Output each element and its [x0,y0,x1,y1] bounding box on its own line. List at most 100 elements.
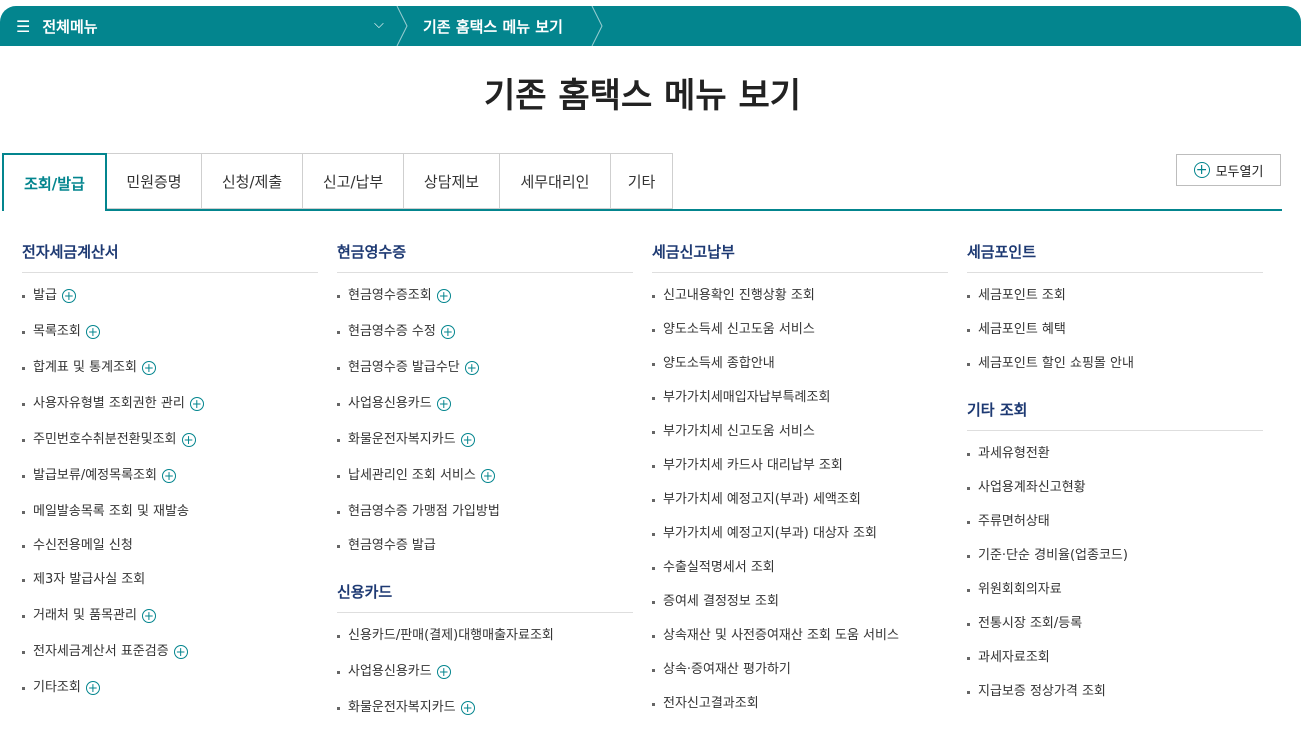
tab-tax-agent[interactable]: 세무대리인 [500,153,611,209]
list-item[interactable]: 증여세 결정정보 조회 [652,592,948,626]
list-item[interactable]: 거래처 및 품목관리 + [22,606,318,642]
list-item[interactable]: 과세자료조회 [967,648,1263,682]
item-label: 부가가치세 신고도움 서비스 [663,424,815,439]
list-item[interactable]: 납세관리인 조회 서비스 + [337,466,633,502]
item-label: 양도소득세 종합안내 [663,356,775,371]
section-title: 세금포인트 [967,241,1263,273]
open-all-button[interactable]: + 모두열기 [1176,154,1281,186]
list-item[interactable]: 메일발송목록 조회 및 재발송 [22,502,318,536]
list-item[interactable]: 세금포인트 할인 쇼핑몰 안내 [967,354,1263,388]
item-label: 수신전용메일 신청 [33,538,133,553]
expand-icon[interactable]: + [85,680,100,695]
list-item[interactable]: 제3자 발급사실 조회 [22,570,318,606]
expand-icon[interactable]: + [61,288,76,303]
list-item[interactable]: 사업용계좌신고현황 [967,478,1263,512]
expand-icon[interactable]: + [181,432,196,447]
expand-icon[interactable]: + [480,468,495,483]
list-item[interactable]: 현금영수증 가맹점 가입방법 [337,502,633,536]
section-title: 기타 조회 [967,399,1263,431]
list-item[interactable]: 화물운전자복지카드 + [337,698,633,734]
breadcrumb-separator-icon [591,6,603,46]
expand-icon[interactable]: + [173,644,188,659]
section-tax-report-payment: 세금신고납부 신고내용확인 진행상황 조회 양도소득세 신고도움 서비스 양도소… [652,241,948,728]
list-item[interactable]: 기타조회 + [22,678,318,714]
list-item[interactable]: 현금영수증 발급 [337,536,633,570]
expand-icon[interactable]: + [464,360,479,375]
list-item[interactable]: 현금영수증 발급수단 + [337,358,633,394]
list-item[interactable]: 전통시장 조회/등록 [967,614,1263,648]
item-label: 납세관리인 조회 서비스 [348,468,476,483]
chevron-down-icon[interactable]: ⌵ [374,17,384,32]
expand-icon[interactable]: + [436,288,451,303]
list-item[interactable]: 양도소득세 종합안내 [652,354,948,388]
item-label: 부가가치세 예정고지(부과) 세액조회 [663,492,861,507]
expand-icon[interactable]: + [436,396,451,411]
list-item[interactable]: 현금영수증 수정 + [337,322,633,358]
list-item[interactable]: 부가가치세 신고도움 서비스 [652,422,948,456]
item-label: 양도소득세 신고도움 서비스 [663,322,815,337]
list-item[interactable]: 신고내용확인 진행상황 조회 [652,286,948,320]
expand-icon[interactable]: + [189,396,204,411]
page-title: 기존 홈택스 메뉴 보기 [483,76,802,116]
expand-icon[interactable]: + [436,664,451,679]
list-item[interactable]: 현금영수증조회 + [337,286,633,322]
list-item[interactable]: 상속재산 및 사전증여재산 조회 도움 서비스 [652,626,948,660]
all-menu-button[interactable]: ☰ 전체메뉴 [16,6,98,46]
section-credit-card: 신용카드 신용카드/판매(결제)대행매출자료조회 사업용신용카드 + 화물운전자복… [337,581,633,734]
list-item[interactable]: 사용자유형별 조회권한 관리 + [22,394,318,430]
list-item[interactable]: 세금포인트 조회 [967,286,1263,320]
expand-icon[interactable]: + [460,432,475,447]
menu-column-4: 세금포인트 세금포인트 조회 세금포인트 혜택 세금포인트 할인 쇼핑몰 안내 … [967,241,1263,716]
expand-icon[interactable]: + [161,468,176,483]
list-item[interactable]: 발급 + [22,286,318,322]
expand-icon[interactable]: + [460,700,475,715]
expand-icon[interactable]: + [141,608,156,623]
item-label: 전자신고결과조회 [663,696,759,711]
list-item[interactable]: 목록조회 + [22,322,318,358]
menu-column-2: 현금영수증 현금영수증조회 + 현금영수증 수정 + 현금영수증 발급수단 + 사업용… [337,241,633,734]
list-item[interactable]: 주민번호수취분전환및조회 + [22,430,318,466]
item-label: 부가가치세 카드사 대리납부 조회 [663,458,843,473]
list-item[interactable]: 신용카드/판매(결제)대행매출자료조회 [337,626,633,662]
list-item[interactable]: 주류면허상태 [967,512,1263,546]
list-item[interactable]: 전자세금계산서 표준검증 + [22,642,318,678]
tab-civil-certificate[interactable]: 민원증명 [107,153,202,209]
expand-icon[interactable]: + [141,360,156,375]
item-label: 현금영수증 발급수단 [348,360,460,375]
item-label: 신고내용확인 진행상황 조회 [663,288,815,303]
list-item[interactable]: 부가가치세 예정고지(부과) 대상자 조회 [652,524,948,558]
list-item[interactable]: 양도소득세 신고도움 서비스 [652,320,948,354]
breadcrumb-current[interactable]: 기존 홈택스 메뉴 보기 [423,6,563,46]
list-item[interactable]: 상속·증여재산 평가하기 [652,660,948,694]
list-item[interactable]: 부가가치세매입자납부특례조회 [652,388,948,422]
expand-icon[interactable]: + [440,324,455,339]
list-item[interactable]: 화물운전자복지카드 + [337,430,633,466]
list-item[interactable]: 지급보증 정상가격 조회 [967,682,1263,716]
section-title: 신용카드 [337,581,633,613]
tab-inquiry-issue[interactable]: 조회/발급 [2,153,107,211]
list-item[interactable]: 전자신고결과조회 [652,694,948,728]
item-label: 현금영수증 발급 [348,538,436,553]
item-label: 세금포인트 할인 쇼핑몰 안내 [978,356,1134,371]
expand-icon[interactable]: + [85,324,100,339]
list-item[interactable]: 수출실적명세서 조회 [652,558,948,592]
list-item[interactable]: 부가가치세 카드사 대리납부 조회 [652,456,948,490]
list-item[interactable]: 사업용신용카드 + [337,662,633,698]
list-item[interactable]: 세금포인트 혜택 [967,320,1263,354]
tab-application-submit[interactable]: 신청/제출 [202,153,303,209]
open-all-label: 모두열기 [1215,164,1264,180]
list-item[interactable]: 과세유형전환 [967,444,1263,478]
list-item[interactable]: 발급보류/예정목록조회 + [22,466,318,502]
item-label: 합계표 및 통계조회 [33,360,137,375]
list-item[interactable]: 기준·단순 경비율(업종코드) [967,546,1263,580]
list-item[interactable]: 수신전용메일 신청 [22,536,318,570]
tab-consult-report[interactable]: 상담제보 [404,153,500,209]
tab-report-payment[interactable]: 신고/납부 [303,153,404,209]
list-item[interactable]: 부가가치세 예정고지(부과) 세액조회 [652,490,948,524]
list-item[interactable]: 합계표 및 통계조회 + [22,358,318,394]
tab-etc[interactable]: 기타 [611,153,673,209]
item-label: 지급보증 정상가격 조회 [978,684,1106,699]
section-tax-point: 세금포인트 세금포인트 조회 세금포인트 혜택 세금포인트 할인 쇼핑몰 안내 [967,241,1263,388]
list-item[interactable]: 위원회회의자료 [967,580,1263,614]
list-item[interactable]: 사업용신용카드 + [337,394,633,430]
